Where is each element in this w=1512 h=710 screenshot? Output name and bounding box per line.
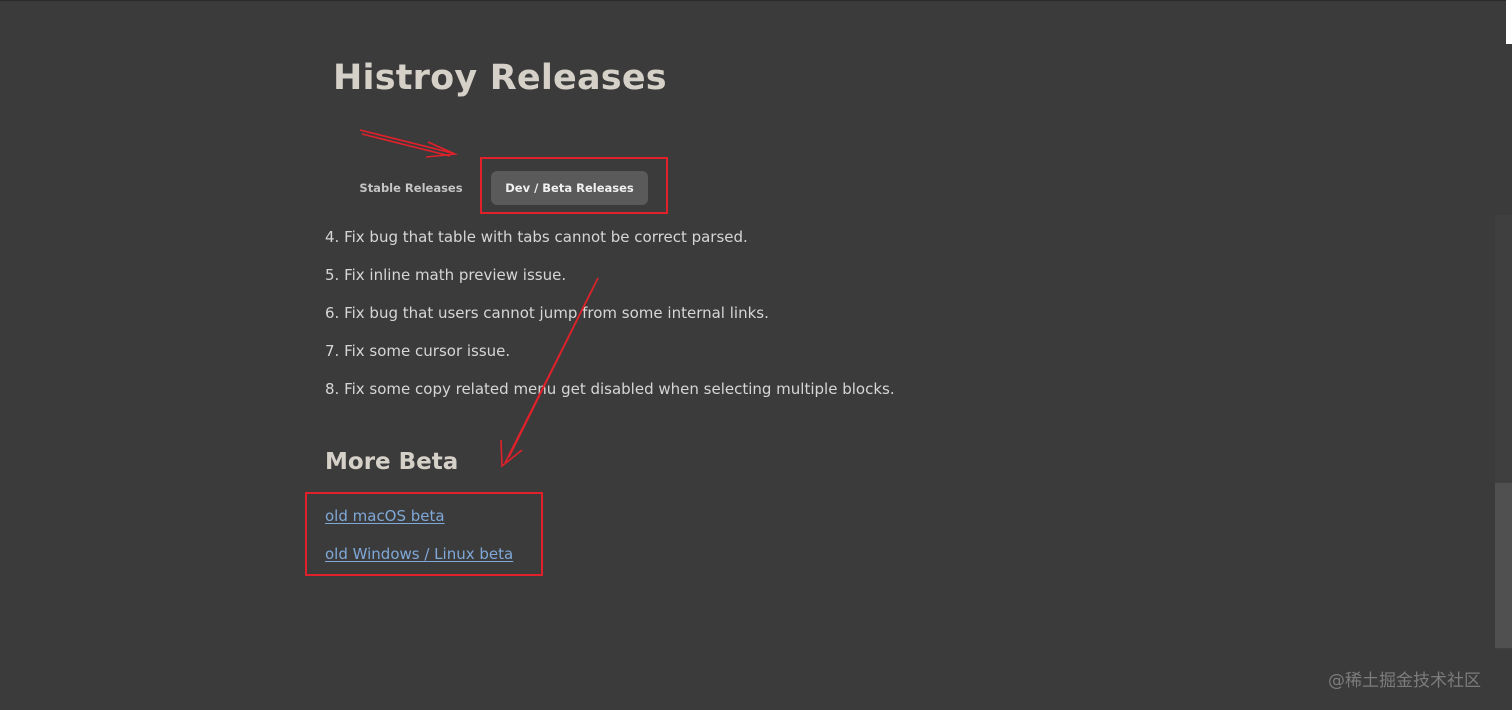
page-title: Histroy Releases [333, 58, 667, 98]
more-beta-links: old macOS beta old Windows / Linux beta [325, 497, 513, 573]
tab-stable-releases[interactable]: Stable Releases [350, 171, 472, 205]
release-note-item: 8. Fix some copy related menu get disabl… [325, 380, 895, 398]
old-macos-beta-link[interactable]: old macOS beta [325, 497, 513, 535]
release-note-item: 4. Fix bug that table with tabs cannot b… [325, 228, 748, 246]
old-windows-linux-beta-link[interactable]: old Windows / Linux beta [325, 535, 513, 573]
more-beta-heading: More Beta [325, 449, 459, 475]
scrollbar-thumb[interactable] [1495, 483, 1512, 648]
release-note-item: 7. Fix some cursor issue. [325, 342, 511, 360]
top-edge-divider [0, 0, 1512, 1]
release-note-item: 5. Fix inline math preview issue. [325, 266, 567, 284]
arrow-icon [359, 129, 459, 158]
tab-dev-beta-releases[interactable]: Dev / Beta Releases [491, 171, 648, 205]
window-edge [1506, 0, 1512, 44]
release-notes-list: 4. Fix bug that table with tabs cannot b… [325, 218, 895, 408]
release-note-item: 6. Fix bug that users cannot jump from s… [325, 304, 769, 322]
watermark: @稀土掘金技术社区 [1328, 671, 1481, 691]
